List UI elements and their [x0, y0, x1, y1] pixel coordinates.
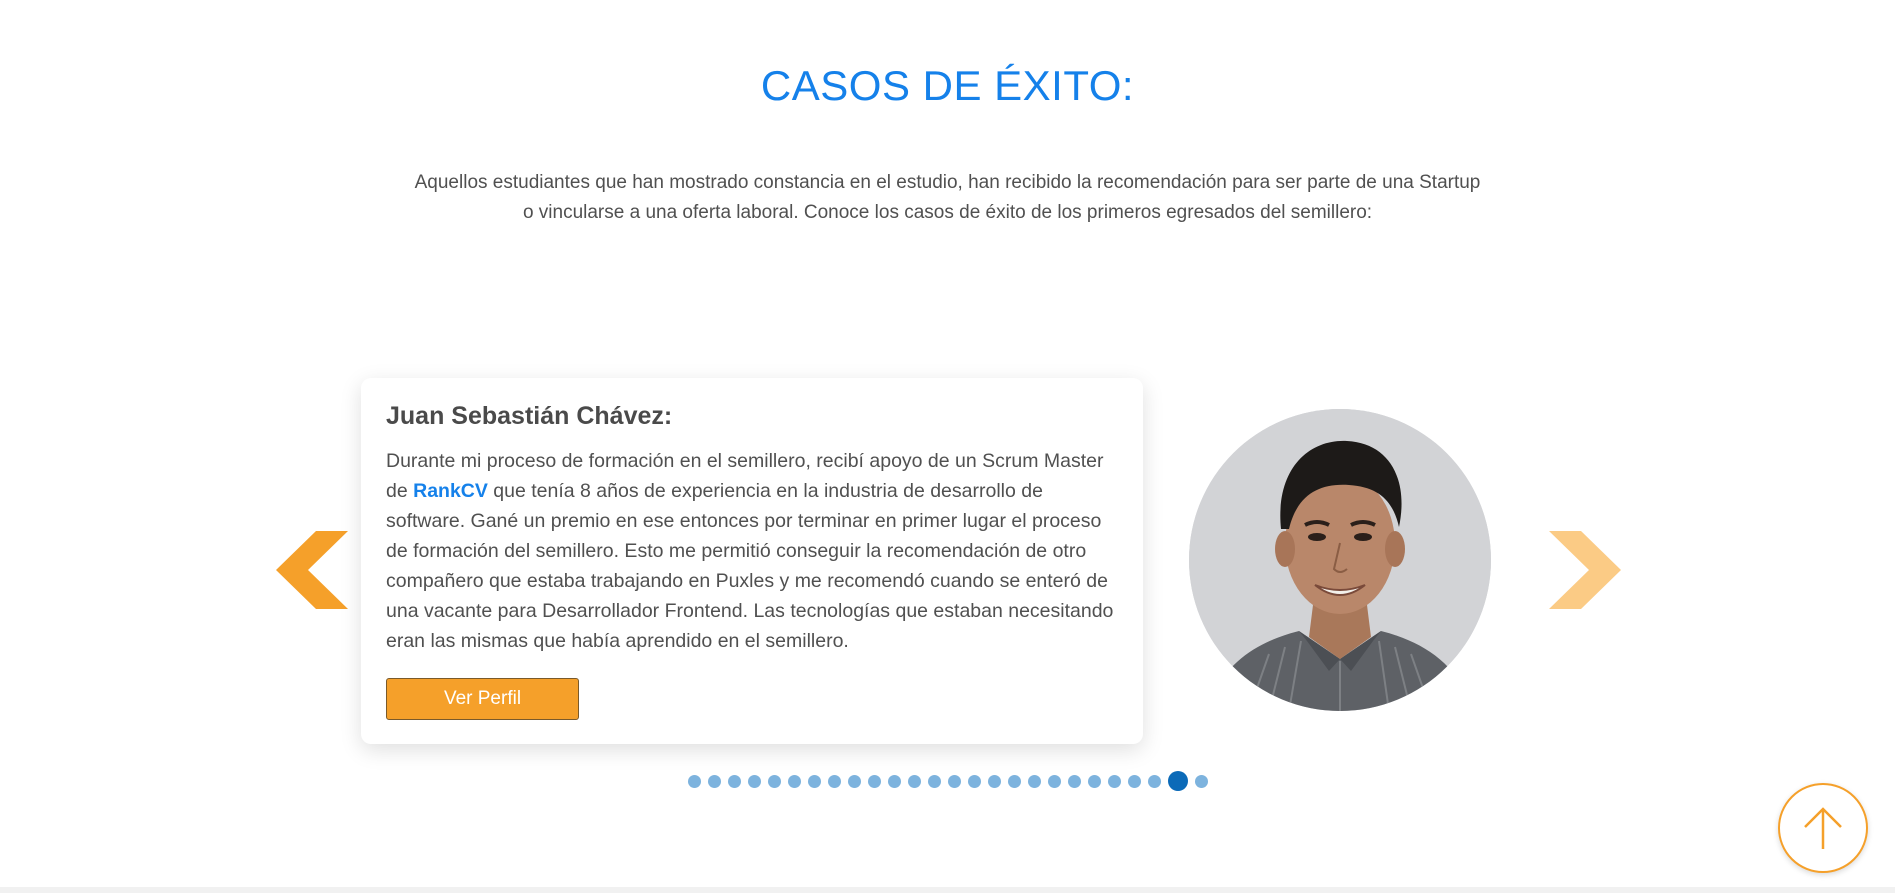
- carousel-next-button[interactable]: [1549, 531, 1621, 614]
- carousel-dot[interactable]: [1148, 774, 1161, 788]
- carousel-dot[interactable]: [1008, 774, 1021, 788]
- success-cases-section: CASOS DE ÉXITO: Aquellos estudiantes que…: [0, 0, 1895, 893]
- carousel-dot[interactable]: [928, 774, 941, 788]
- carousel-dot[interactable]: [748, 774, 761, 788]
- carousel-dot[interactable]: [988, 774, 1001, 788]
- carousel-dot[interactable]: [828, 774, 841, 788]
- scroll-to-top-button[interactable]: [1778, 783, 1868, 873]
- carousel-dot[interactable]: [728, 774, 741, 788]
- carousel-dot[interactable]: [1048, 774, 1061, 788]
- view-profile-button[interactable]: Ver Perfil: [386, 678, 579, 720]
- chevron-right-icon: [1549, 531, 1621, 609]
- carousel-prev-button[interactable]: [276, 531, 348, 614]
- testimonial-text-part2: que tenía 8 años de experiencia en la in…: [386, 480, 1114, 652]
- chevron-left-icon: [276, 531, 348, 609]
- carousel-dot[interactable]: [1028, 774, 1041, 788]
- testimonial-card: Juan Sebastián Chávez: Durante mi proces…: [361, 378, 1143, 744]
- carousel-dot[interactable]: [908, 774, 921, 788]
- carousel-dot[interactable]: [968, 774, 981, 788]
- testimonial-text: Durante mi proceso de formación en el se…: [386, 446, 1126, 656]
- carousel-pagination: [688, 771, 1215, 791]
- arrow-up-icon: [1804, 807, 1842, 849]
- footer-divider: [0, 887, 1895, 893]
- carousel-dot[interactable]: [1195, 774, 1208, 788]
- carousel-dot[interactable]: [848, 774, 861, 788]
- carousel-dot[interactable]: [768, 774, 781, 788]
- carousel-dot[interactable]: [788, 774, 801, 788]
- carousel-dot[interactable]: [688, 774, 701, 788]
- section-title: CASOS DE ÉXITO:: [760, 62, 1135, 109]
- section-intro: Aquellos estudiantes que han mostrado co…: [414, 172, 1481, 223]
- carousel-dot[interactable]: [888, 774, 901, 788]
- carousel-dot[interactable]: [948, 774, 961, 788]
- carousel-dot[interactable]: [1108, 774, 1121, 788]
- testimonial-name: Juan Sebastián Chávez:: [386, 402, 673, 430]
- person-portrait-image: [1189, 409, 1491, 711]
- carousel-dot[interactable]: [868, 774, 881, 788]
- carousel-dot[interactable]: [1068, 774, 1081, 788]
- testimonial-photo: [1189, 409, 1491, 711]
- carousel-dot[interactable]: [708, 774, 721, 788]
- carousel-dot[interactable]: [1088, 774, 1101, 788]
- carousel-dot-active[interactable]: [1168, 771, 1188, 791]
- carousel-dot[interactable]: [1128, 774, 1141, 788]
- rankcv-link[interactable]: RankCV: [413, 480, 488, 502]
- carousel-dot[interactable]: [808, 774, 821, 788]
